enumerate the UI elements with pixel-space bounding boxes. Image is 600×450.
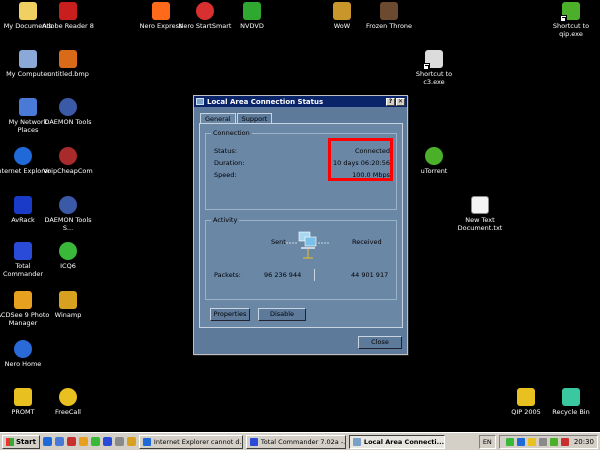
winamp-icon bbox=[59, 291, 77, 309]
desktop-icon-voipcheapcom[interactable]: VoipCheapCom bbox=[40, 147, 96, 175]
frozen-throne-icon bbox=[380, 2, 398, 20]
status-label: Status: bbox=[214, 147, 237, 155]
close-icon[interactable]: ✕ bbox=[396, 97, 405, 106]
c3-exe-icon bbox=[423, 50, 443, 70]
received-label: Received bbox=[352, 238, 382, 246]
avrack-icon bbox=[14, 196, 32, 214]
internet-explorer-icon bbox=[142, 437, 151, 446]
taskbar-task-total-commander[interactable]: Total Commander 7.02a -... bbox=[245, 434, 346, 449]
quicklaunch-app-icon[interactable] bbox=[66, 437, 76, 446]
desktop-icon-icq6[interactable]: ICQ6 bbox=[40, 242, 96, 270]
duration-label: Duration: bbox=[214, 159, 245, 167]
recycle-bin-icon bbox=[562, 388, 580, 406]
tray-qip-icon[interactable] bbox=[527, 437, 536, 446]
activity-group: Activity Sent Received Packets: 96 236 9… bbox=[205, 216, 397, 300]
tray-app-icon[interactable] bbox=[560, 437, 569, 446]
network-icon bbox=[19, 98, 37, 116]
close-button[interactable]: Close bbox=[358, 336, 402, 349]
activity-group-title: Activity bbox=[211, 216, 240, 224]
nero-startsmart-icon bbox=[196, 2, 214, 20]
desktop-icon-shortcut-qip[interactable]: Shortcut to qip.exe bbox=[543, 2, 599, 38]
icq-icon bbox=[59, 242, 77, 260]
nero-home-icon bbox=[14, 340, 32, 358]
total-commander-icon bbox=[249, 437, 258, 446]
taskbar: Start Internet Explorer cannot d... Tota… bbox=[0, 432, 600, 450]
window-titlebar[interactable]: Local Area Connection Status ? ✕ bbox=[194, 96, 407, 107]
quicklaunch-app-icon[interactable] bbox=[90, 437, 100, 446]
taskbar-task-ie[interactable]: Internet Explorer cannot d... bbox=[138, 434, 243, 449]
taskbar-task-lan-status[interactable]: Local Area Connecti... bbox=[348, 434, 445, 449]
network-connection-icon bbox=[196, 98, 204, 105]
speed-label: Speed: bbox=[214, 171, 237, 179]
windows-logo-icon bbox=[6, 437, 14, 446]
freecall-icon bbox=[59, 388, 77, 406]
nvdvd-icon bbox=[243, 2, 261, 20]
promt-icon bbox=[14, 388, 32, 406]
daemon-tools-icon bbox=[59, 196, 77, 214]
nero-express-icon bbox=[152, 2, 170, 20]
connection-group-title: Connection bbox=[211, 129, 252, 137]
packets-divider bbox=[314, 269, 315, 281]
start-label: Start bbox=[16, 437, 36, 446]
quicklaunch-app-icon[interactable] bbox=[126, 437, 136, 446]
quicklaunch-app-icon[interactable] bbox=[102, 437, 112, 446]
tray-icq-icon[interactable] bbox=[505, 437, 514, 446]
quicklaunch-app-icon[interactable] bbox=[78, 437, 88, 446]
acdsee-icon bbox=[14, 291, 32, 309]
quicklaunch-desktop-icon[interactable] bbox=[54, 437, 64, 446]
text-file-icon bbox=[471, 196, 489, 214]
wow-icon bbox=[333, 2, 351, 20]
bitmap-file-icon bbox=[59, 50, 77, 68]
task-label: Internet Explorer cannot d... bbox=[153, 437, 243, 446]
properties-button[interactable]: Properties bbox=[210, 308, 250, 321]
voipcheapcom-icon bbox=[59, 147, 77, 165]
qip-icon bbox=[517, 388, 535, 406]
desktop-icon-daemon-tools-s[interactable]: DAEMON Tools S... bbox=[40, 196, 96, 232]
desktop-icon-freecall[interactable]: FreeCall bbox=[40, 388, 96, 416]
daemon-tools-icon bbox=[59, 98, 77, 116]
desktop-icon-recycle-bin[interactable]: Recycle Bin bbox=[543, 388, 599, 416]
network-connection-icon bbox=[352, 437, 361, 446]
quicklaunch-app-icon[interactable] bbox=[114, 437, 124, 446]
language-indicator[interactable]: EN bbox=[478, 434, 496, 449]
highlight-box bbox=[328, 138, 393, 181]
desktop-icon-adobe-reader[interactable]: Adobe Reader 8 bbox=[40, 2, 96, 30]
desktop-icon-utorrent[interactable]: uTorrent bbox=[406, 147, 462, 175]
desktop-icon-winamp[interactable]: Winamp bbox=[40, 291, 96, 319]
quicklaunch-ie-icon[interactable] bbox=[42, 437, 52, 446]
total-commander-icon bbox=[14, 242, 32, 260]
desktop-icon-untitled-bmp[interactable]: untitled.bmp bbox=[40, 50, 96, 78]
desktop-icon-nero-home[interactable]: Nero Home bbox=[0, 340, 51, 368]
utorrent-icon bbox=[425, 147, 443, 165]
desktop-icon-nvdvd[interactable]: NVDVD bbox=[224, 2, 280, 30]
internet-explorer-icon bbox=[14, 147, 32, 165]
task-label: Total Commander 7.02a -... bbox=[260, 437, 346, 446]
tray-network-icon[interactable] bbox=[516, 437, 525, 446]
task-label: Local Area Connecti... bbox=[363, 437, 445, 446]
computer-icon bbox=[19, 50, 37, 68]
adobe-reader-icon bbox=[59, 2, 77, 20]
desktop-icon-new-text-document[interactable]: New Text Document.txt bbox=[452, 196, 508, 232]
packets-sent-value: 96 236 944 bbox=[264, 271, 302, 279]
clock[interactable]: 20:30 bbox=[574, 438, 594, 446]
desktop-icon-daemon-tools[interactable]: DAEMON Tools bbox=[40, 98, 96, 126]
system-tray: 20:30 bbox=[498, 434, 598, 449]
packets-received-value: 44 901 917 bbox=[351, 271, 389, 279]
window-title: Local Area Connection Status bbox=[207, 97, 324, 106]
network-activity-icon bbox=[286, 231, 330, 259]
disable-button[interactable]: Disable bbox=[258, 308, 306, 321]
tray-volume-icon[interactable] bbox=[538, 437, 547, 446]
desktop-icon-shortcut-c3[interactable]: Shortcut to c3.exe bbox=[406, 50, 462, 86]
desktop-icon-frozen-throne[interactable]: Frozen Throne bbox=[361, 2, 417, 30]
shortcut-arrow-icon bbox=[560, 15, 567, 22]
start-button[interactable]: Start bbox=[2, 434, 40, 449]
packets-label: Packets: bbox=[214, 271, 241, 279]
connection-status-window: Local Area Connection Status ? ✕ General… bbox=[193, 95, 408, 355]
folder-icon bbox=[19, 2, 37, 20]
shortcut-arrow-icon bbox=[423, 63, 430, 70]
qip-icon bbox=[560, 2, 580, 22]
help-button[interactable]: ? bbox=[386, 97, 395, 106]
tray-utorrent-icon[interactable] bbox=[549, 437, 558, 446]
